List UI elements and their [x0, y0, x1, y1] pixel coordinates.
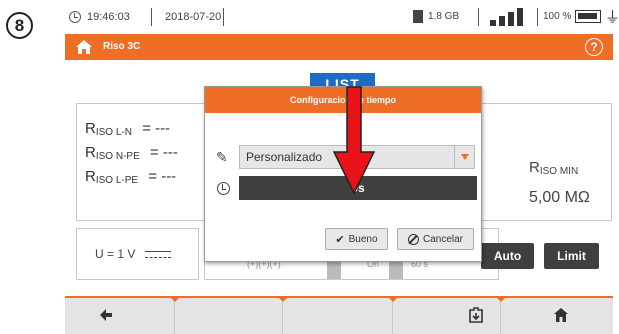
- plug-icon: ⏚: [605, 9, 619, 26]
- riso-min-value: 5,00 MΩ: [529, 189, 590, 206]
- mode-select-value: Personalizado: [246, 150, 323, 164]
- cancel-button[interactable]: Cancelar: [397, 228, 474, 250]
- home-icon[interactable]: [553, 307, 569, 323]
- result-line-l-pe: RISO L-PE = ---: [85, 168, 177, 186]
- back-arrow-icon[interactable]: [99, 308, 113, 322]
- save-icon[interactable]: [468, 307, 484, 323]
- battery-icon: [575, 10, 601, 23]
- cancel-icon: [407, 233, 419, 245]
- nav-slot[interactable]: [393, 298, 501, 334]
- dc-icon: [145, 251, 171, 258]
- result-line-l-n: RISO L-N = ---: [85, 120, 171, 138]
- edit-clock-icon: ✎: [216, 149, 228, 165]
- status-separator: [223, 8, 224, 26]
- home-icon[interactable]: [75, 39, 93, 55]
- page-title: Riso 3C: [103, 41, 141, 52]
- battery-percent: 100 %: [543, 11, 572, 22]
- status-separator: [151, 8, 152, 26]
- status-separator: [478, 8, 479, 26]
- auto-button[interactable]: Auto: [481, 243, 534, 269]
- ok-button-label: Bueno: [348, 233, 378, 245]
- step-number-badge: 8: [6, 12, 33, 39]
- status-time: 19:46:03: [87, 11, 130, 23]
- signal-icon: [490, 6, 532, 26]
- status-bar: 19:46:03 2018-07-20 1.8 GB 100 % ⏚: [65, 0, 619, 34]
- nav-notch: [495, 296, 507, 302]
- clock-icon: [69, 11, 81, 23]
- status-date: 2018-07-20: [165, 11, 222, 23]
- ghost-box: [389, 259, 403, 279]
- help-icon[interactable]: ?: [585, 38, 603, 56]
- cancel-button-label: Cancelar: [422, 233, 464, 245]
- ghost-box: [327, 259, 341, 279]
- nav-notch: [387, 296, 399, 302]
- result-line-n-pe: RISO N-PE = ---: [85, 144, 178, 162]
- title-bar: Riso 3C ?: [65, 34, 613, 60]
- sd-card-icon: [413, 10, 423, 23]
- storage-indicator: 1.8 GB: [428, 11, 460, 22]
- check-icon: ✔: [335, 233, 345, 246]
- down-arrow-annotation-icon: [333, 86, 375, 194]
- ok-button[interactable]: ✔ Bueno: [325, 228, 388, 250]
- voltage-panel[interactable]: U = 1 V: [76, 228, 199, 280]
- nav-notch: [169, 296, 181, 302]
- limit-button[interactable]: Limit: [544, 243, 599, 269]
- bottom-nav-bar: [65, 296, 613, 334]
- riso-min-label: RISO MIN: [529, 159, 579, 177]
- chevron-down-icon[interactable]: [454, 146, 474, 168]
- nav-slot[interactable]: [175, 298, 283, 334]
- nav-slot[interactable]: [65, 298, 175, 334]
- voltage-label: U = 1 V: [95, 247, 136, 261]
- nav-notch: [277, 296, 289, 302]
- clock-icon: [217, 182, 230, 195]
- nav-slot[interactable]: [283, 298, 393, 334]
- status-separator: [537, 8, 538, 26]
